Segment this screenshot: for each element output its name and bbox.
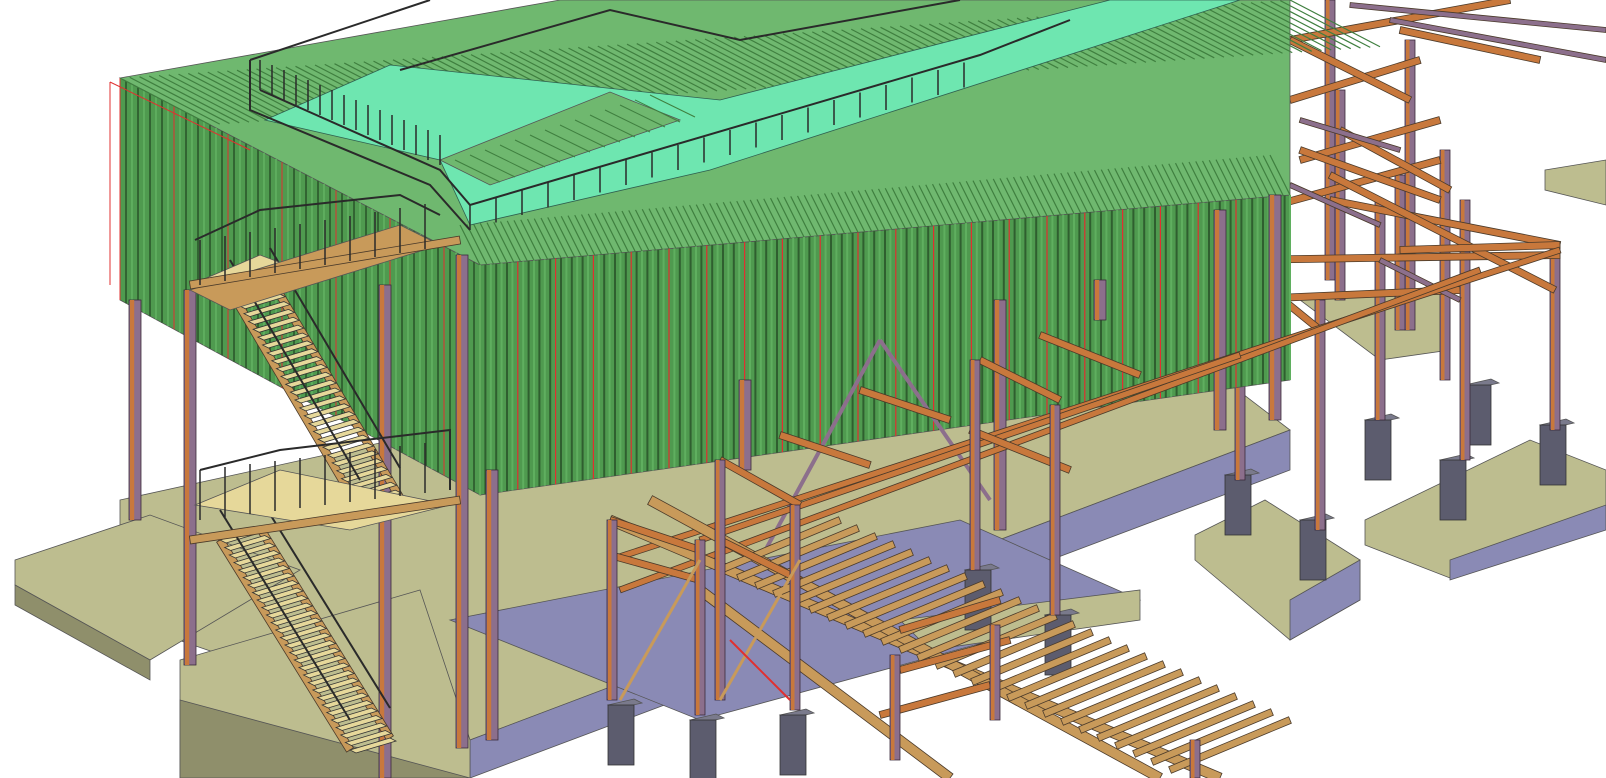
pier-body <box>1364 419 1392 481</box>
model-viewport[interactable] <box>0 0 1606 778</box>
pier-body <box>779 714 807 776</box>
far-right-slab <box>1544 159 1606 206</box>
column-flange <box>891 655 895 760</box>
column-flange <box>185 290 190 665</box>
column-flange <box>971 360 975 570</box>
column-flange <box>1191 740 1195 778</box>
column-flange <box>130 300 135 520</box>
column-flange <box>1215 210 1220 430</box>
pier-body <box>689 719 717 778</box>
column-flange <box>995 300 1000 530</box>
column-flange <box>791 505 795 710</box>
isometric-structure-drawing <box>14 0 1606 778</box>
column-flange <box>1051 405 1055 615</box>
column-flange <box>380 285 385 778</box>
pier-body <box>1439 459 1467 521</box>
column-flange <box>1095 280 1100 320</box>
right-footing-1 <box>1194 499 1361 641</box>
column-flange <box>1551 245 1555 430</box>
column-flange <box>740 380 745 470</box>
pier-body <box>1224 474 1252 536</box>
pier-body <box>607 704 635 766</box>
column-flange <box>1270 195 1275 420</box>
column-flange <box>487 470 492 740</box>
column-flange <box>716 460 720 700</box>
pier-body <box>1539 424 1567 486</box>
column-flange <box>1336 90 1340 300</box>
column-flange <box>608 520 612 700</box>
column-flange <box>991 625 995 720</box>
column-flange <box>1316 300 1320 530</box>
